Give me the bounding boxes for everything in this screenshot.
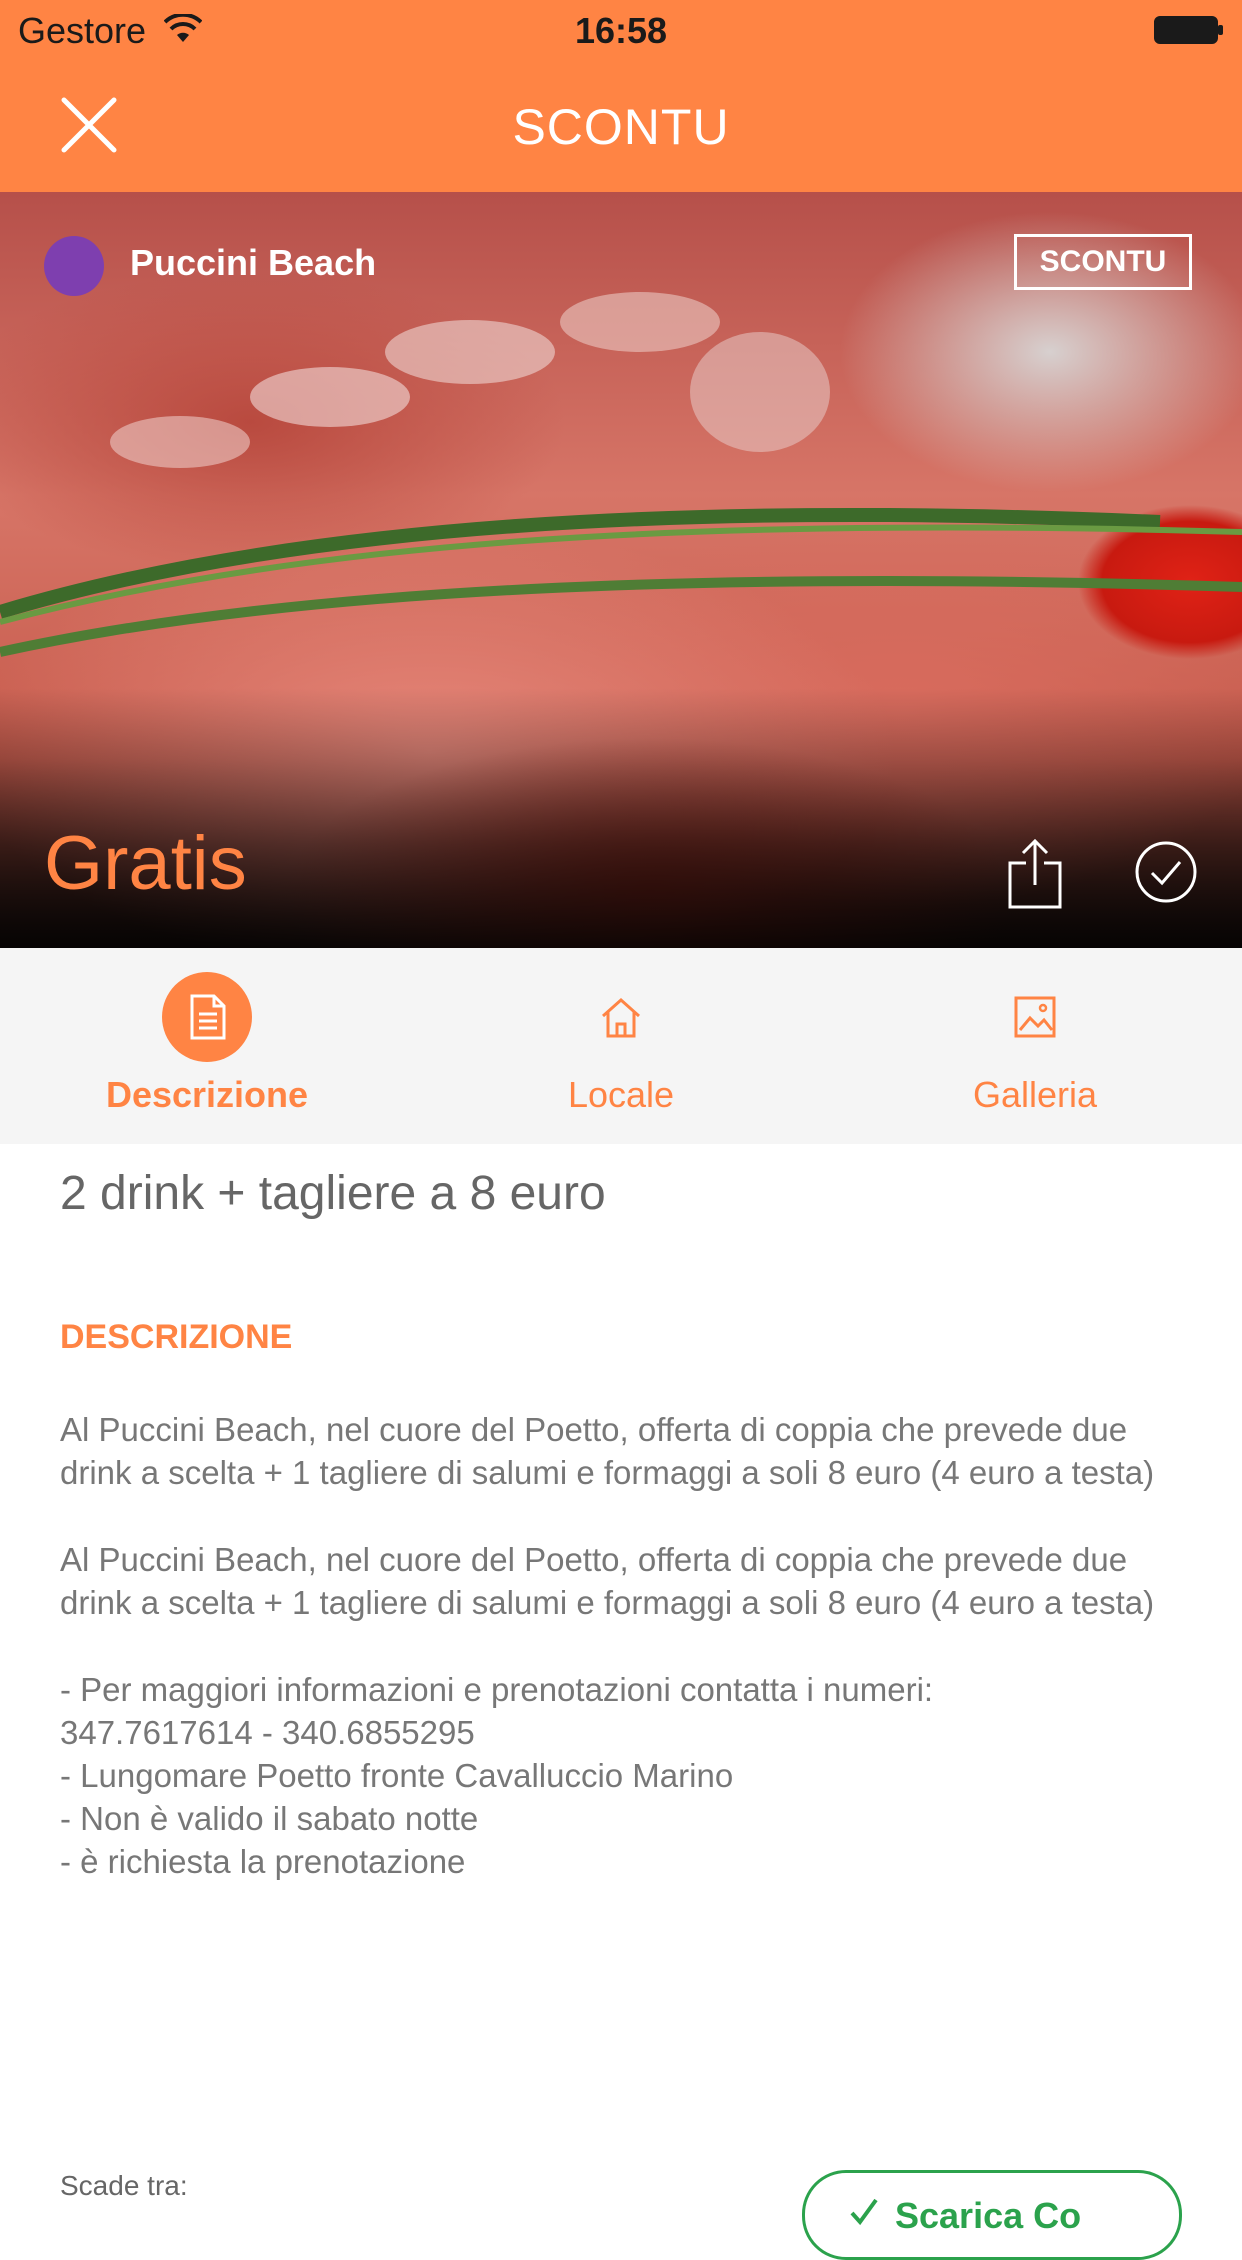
document-icon — [190, 994, 226, 1040]
tab-label: Galleria — [972, 1074, 1098, 1115]
description-paragraph: Al Puccini Beach, nel cuore del Poetto, … — [60, 1411, 1155, 1491]
home-icon — [602, 997, 640, 1038]
image-icon — [1014, 996, 1056, 1038]
download-coupon-button[interactable]: Scarica Co — [802, 2170, 1182, 2260]
tab-bar: Descrizione Locale Galleria — [0, 948, 1242, 1144]
top-bar: Gestore 16:58 SCONTU — [0, 0, 1242, 192]
tab-icon-bg — [990, 972, 1080, 1062]
battery-icon — [1154, 16, 1223, 44]
description-text: Al Puccini Beach, nel cuore del Poetto, … — [60, 1408, 1190, 1927]
download-coupon-label: Scarica Co — [895, 2195, 1082, 2236]
check-icon — [850, 2198, 878, 2226]
venue-avatar — [44, 236, 104, 296]
tab-label: Locale — [567, 1074, 675, 1115]
tab-label: Descrizione — [105, 1074, 309, 1115]
venue-name: Puccini Beach — [130, 242, 377, 283]
expires-label: Scade tra: — [60, 2170, 188, 2201]
nav-title: SCONTU — [512, 99, 730, 155]
tab-icon-bg — [576, 972, 666, 1062]
hero-shade — [0, 688, 1242, 948]
price-label: Gratis — [44, 821, 247, 906]
check-circle-icon[interactable] — [1134, 840, 1198, 904]
share-icon[interactable] — [1006, 837, 1064, 909]
tab-icon-bg — [162, 972, 252, 1062]
status-time: 16:58 — [574, 10, 668, 51]
tab-locale[interactable]: Locale — [414, 948, 828, 1144]
tab-descrizione[interactable]: Descrizione — [0, 948, 414, 1144]
description-paragraph: - Per maggiori informazioni e prenotazio… — [60, 1671, 934, 1880]
tab-galleria[interactable]: Galleria — [828, 948, 1242, 1144]
brand-badge: SCONTU — [1014, 234, 1192, 290]
section-heading: DESCRIZIONE — [60, 1318, 293, 1356]
offer-title: 2 drink + tagliere a 8 euro — [60, 1167, 606, 1220]
description-paragraph: Al Puccini Beach, nel cuore del Poetto, … — [60, 1541, 1155, 1621]
hero-image: Puccini Beach SCONTU Gratis — [0, 192, 1242, 948]
